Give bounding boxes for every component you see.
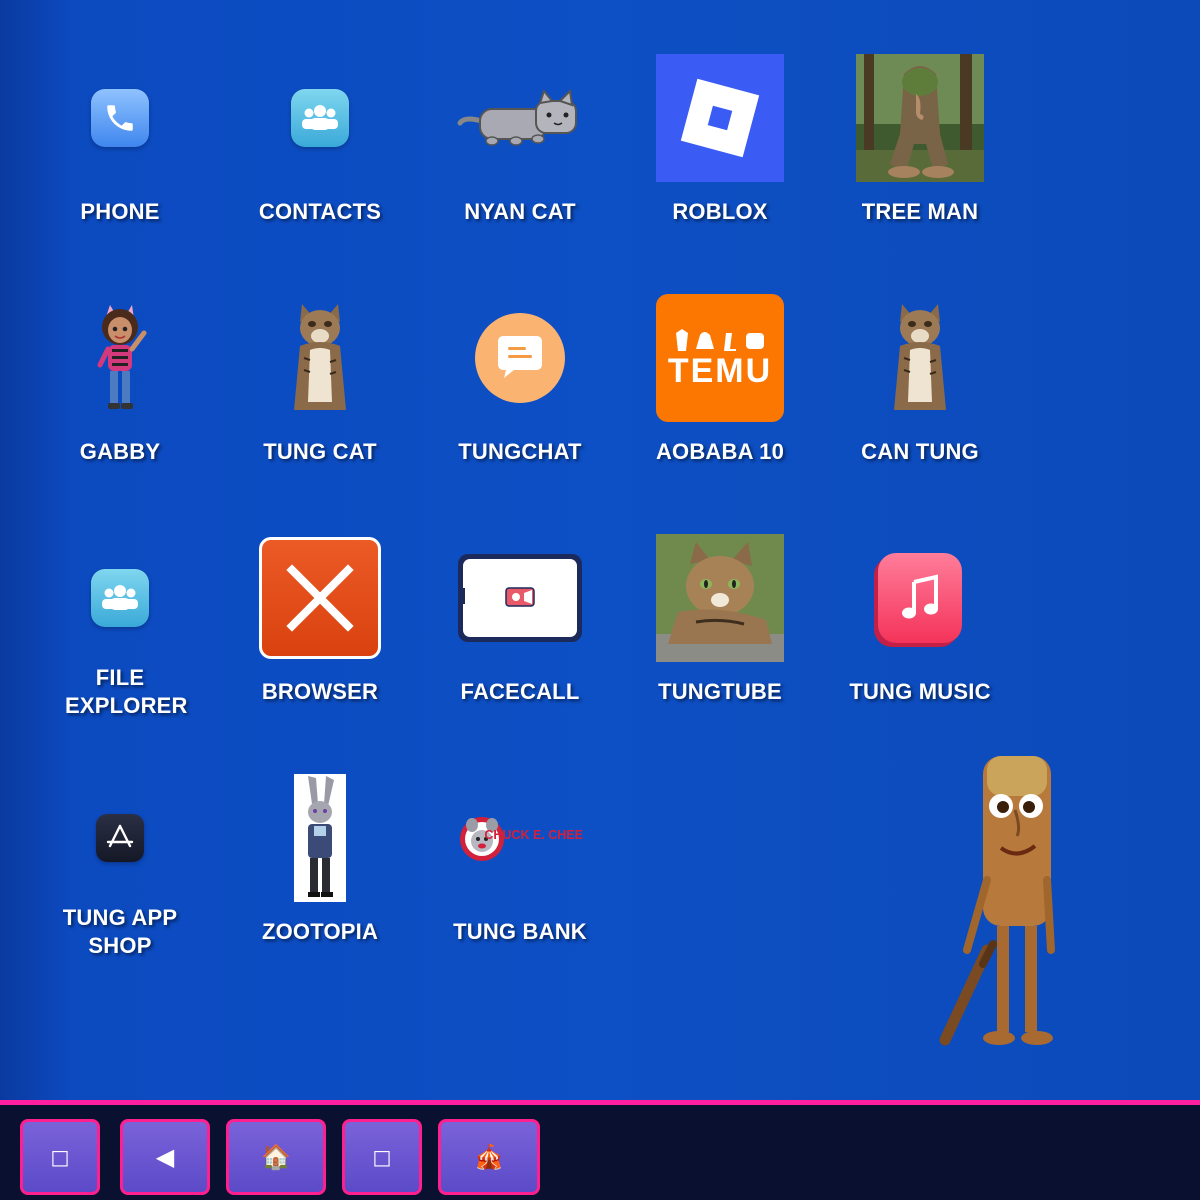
app-phone[interactable]: PHONE <box>35 54 205 274</box>
app-can-tung[interactable]: CAN TUNG <box>835 294 1005 514</box>
facecall-icon <box>456 534 584 662</box>
back-arrow-icon: ◀ <box>155 1143 175 1171</box>
app-label: AOBABA 10 <box>655 439 785 464</box>
browser-x-icon <box>256 534 384 662</box>
app-nyan-cat[interactable]: NYAN CAT <box>435 54 605 274</box>
app-zootopia[interactable]: ZOOTOPIA <box>235 774 405 994</box>
app-aobaba-10[interactable]: TEMU AOBABA 10 <box>635 294 805 514</box>
home-button[interactable]: 🏠 <box>226 1119 326 1195</box>
tree-man-icon <box>856 54 984 182</box>
circus-button[interactable]: 🎪 <box>438 1119 540 1195</box>
nyan-cat-icon <box>456 54 584 182</box>
temu-wordmark: TEMU <box>667 352 773 390</box>
tung-mascot-image <box>925 750 1075 1050</box>
chuck-e-cheese-icon: CHUCK E. CHEESE <box>456 774 584 902</box>
app-label: ROBLOX <box>672 199 768 224</box>
app-tree-man[interactable]: TREE MAN <box>835 54 1005 274</box>
taskbar: □ ◀ 🏠 □ 🎪 <box>0 1100 1200 1200</box>
app-label: BROWSER <box>261 679 379 704</box>
taskbar-button-4[interactable]: □ <box>342 1119 422 1195</box>
app-label: TUNG APP SHOP <box>62 905 178 958</box>
app-label: TUNGCHAT <box>458 439 582 464</box>
gabby-icon <box>56 294 184 422</box>
app-contacts[interactable]: CONTACTS <box>235 54 405 274</box>
app-label: NYAN CAT <box>464 199 576 224</box>
app-tung-bank[interactable]: CHUCK E. CHEESE TUNG BANK <box>435 774 605 994</box>
phone-icon <box>56 54 184 182</box>
can-tung-icon <box>856 294 984 422</box>
app-label: FILE EXPLORER <box>65 665 188 718</box>
tung-cat-icon <box>256 294 384 422</box>
app-gabby[interactable]: GABBY <box>35 294 205 514</box>
app-roblox[interactable]: ROBLOX <box>635 54 805 274</box>
back-button[interactable]: ◀ <box>120 1119 210 1195</box>
app-file-explorer[interactable]: FILE EXPLORER <box>35 534 205 754</box>
chuck-e-cheese-wordmark: CHUCK E. CHEESE <box>484 828 584 842</box>
placeholder-icon: □ <box>50 1145 70 1169</box>
zootopia-icon <box>256 774 384 902</box>
home-icon: 🏠 <box>261 1143 291 1171</box>
app-tungtube[interactable]: TUNGTUBE <box>635 534 805 754</box>
taskbar-button-1[interactable]: □ <box>20 1119 100 1195</box>
contacts-icon <box>256 54 384 182</box>
music-note-icon <box>856 534 984 662</box>
app-label: TUNGTUBE <box>658 679 782 704</box>
desktop: PHONE CONTACTS NYAN CAT ROBLOX TREE MAN … <box>0 0 1200 1100</box>
app-tung-app-shop[interactable]: TUNG APP SHOP <box>35 774 205 994</box>
temu-icon: TEMU <box>656 294 784 422</box>
chat-bubble-icon <box>456 294 584 422</box>
app-label: FACECALL <box>460 679 580 704</box>
app-label: PHONE <box>80 199 160 224</box>
circus-tent-icon: 🎪 <box>474 1143 504 1171</box>
app-label: TREE MAN <box>861 199 979 224</box>
app-browser[interactable]: BROWSER <box>235 534 405 754</box>
app-label: TUNG CAT <box>263 439 377 464</box>
placeholder-icon: □ <box>372 1145 392 1169</box>
app-facecall[interactable]: FACECALL <box>435 534 605 754</box>
app-store-icon <box>56 774 184 902</box>
roblox-icon <box>656 54 784 182</box>
app-label: TUNG BANK <box>453 919 587 944</box>
app-tung-music[interactable]: TUNG MUSIC <box>835 534 1005 754</box>
app-label: CAN TUNG <box>861 439 979 464</box>
file-explorer-icon <box>56 534 184 662</box>
tungtube-icon <box>656 534 784 662</box>
app-label: GABBY <box>79 439 161 464</box>
app-label: CONTACTS <box>258 199 382 224</box>
app-label: ZOOTOPIA <box>261 919 379 944</box>
app-tungchat[interactable]: TUNGCHAT <box>435 294 605 514</box>
app-label: TUNG MUSIC <box>849 679 991 704</box>
app-tung-cat[interactable]: TUNG CAT <box>235 294 405 514</box>
